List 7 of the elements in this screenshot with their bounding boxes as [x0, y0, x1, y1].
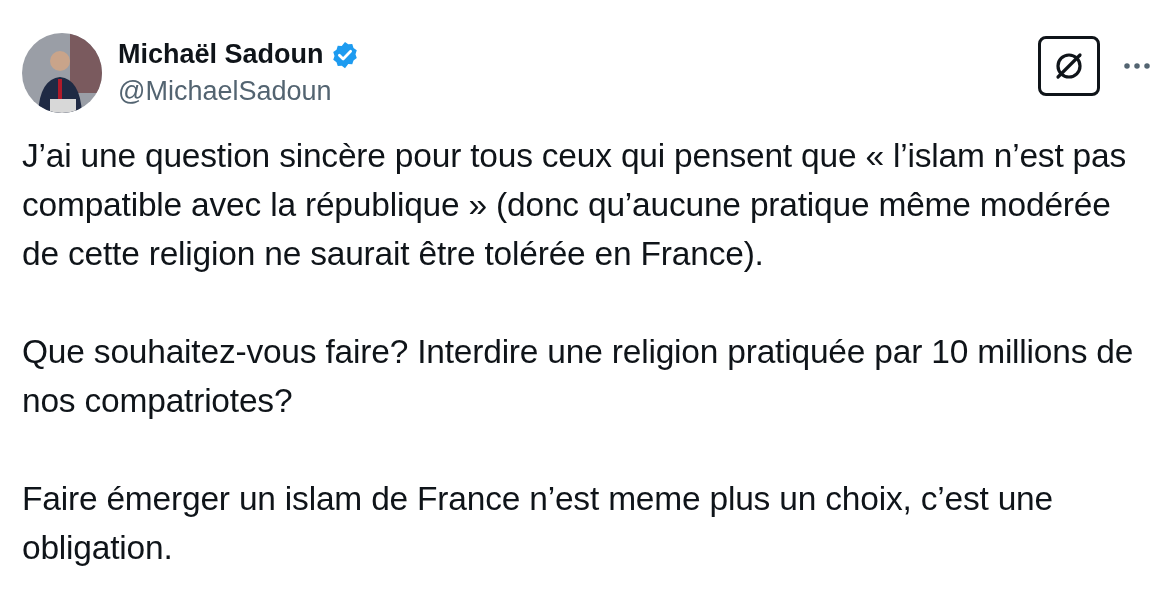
- author-handle[interactable]: @MichaelSadoun: [118, 76, 360, 107]
- post-text: J’ai une question sincère pour tous ceux qui pensent que « l’islam n’est pas compatible avec la république » (donc qu’aucune pratique même modérée de cette religion ne saurait être tolérée en France).: [22, 136, 1127, 274]
- more-options-icon[interactable]: [1122, 61, 1152, 71]
- post-text: Faire émerger un islam de France n’est meme plus un choix, c’est une obligation.: [22, 479, 1054, 568]
- author-name[interactable]: Michaël Sadoun: [118, 39, 324, 70]
- post-text: Que souhaitez-vous faire? Interdire une religion pratiquée par 10 millions de nos compatriotes?: [22, 332, 1135, 421]
- grok-button[interactable]: [1038, 36, 1100, 96]
